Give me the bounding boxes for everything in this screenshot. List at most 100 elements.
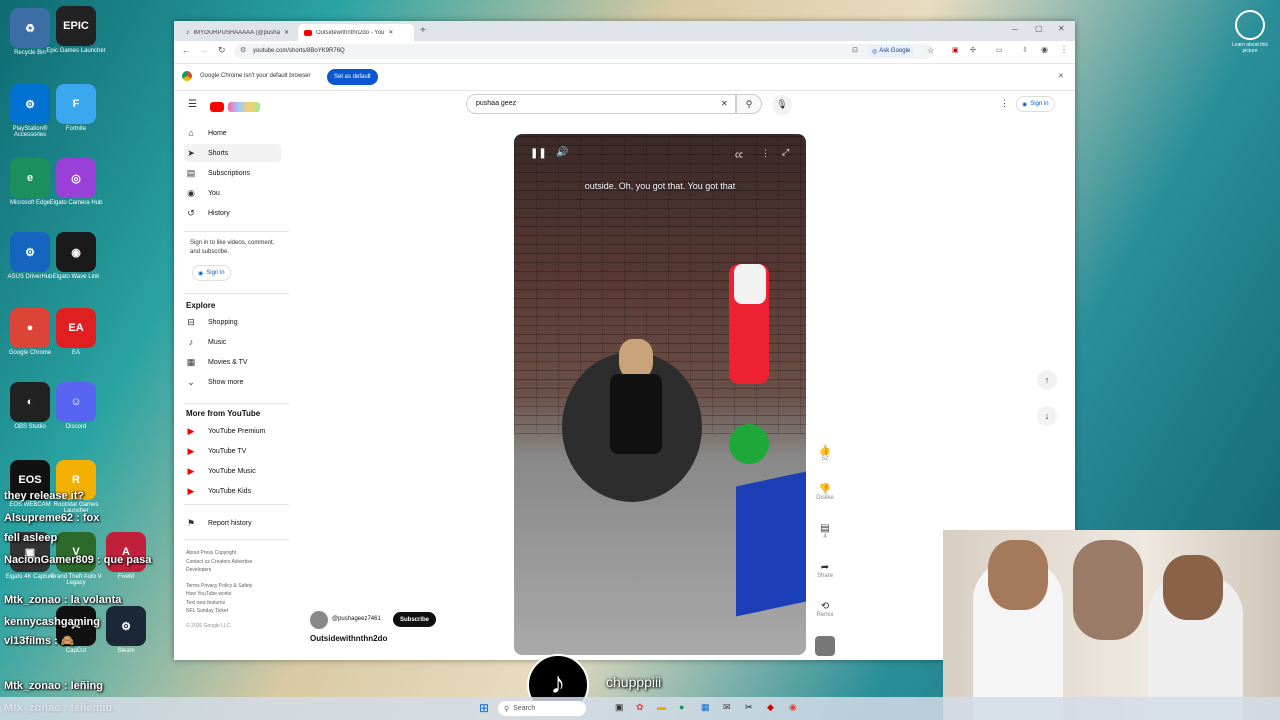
extensions-puzzle-icon[interactable]: ✣ <box>970 46 976 54</box>
comments-button[interactable]: ▤ 4 <box>815 523 835 540</box>
reload-icon[interactable]: ↻ <box>218 45 226 56</box>
close-window-icon[interactable]: ✕ <box>1058 24 1065 33</box>
forward-icon[interactable]: → <box>200 46 208 55</box>
previous-short-button[interactable]: ↑ <box>1037 370 1057 390</box>
captions-icon[interactable]: ㏄ <box>735 149 743 160</box>
more-from-youtube-heading: More from YouTube <box>186 409 261 418</box>
voice-search-button[interactable]: 🎙 <box>772 95 792 115</box>
footer-line[interactable]: About Press Copyright <box>186 549 252 558</box>
youtube-logo[interactable] <box>210 98 261 116</box>
bookmark-star-icon[interactable]: ☆ <box>927 46 934 55</box>
windows-start-icon[interactable]: ⊞ <box>479 701 489 715</box>
shorts-video-player[interactable]: outside. Oh, you got that. You got that … <box>514 134 806 655</box>
close-icon[interactable]: ✕ <box>284 29 289 36</box>
site-info-icon[interactable]: ⚙ <box>240 46 246 54</box>
footer-line[interactable]: Terms Privacy Policy & Safety <box>186 582 252 591</box>
sidebar-item-explore[interactable]: ⌄ Show more <box>184 373 281 391</box>
share-button[interactable]: ➦ Share <box>815 562 835 579</box>
downloads-icon[interactable]: ⇩ <box>1022 46 1028 54</box>
search-box[interactable]: pushaa geez ✕ <box>466 94 736 114</box>
capcut-icon[interactable]: ✂ <box>745 702 753 713</box>
desktop-icon-label: Learn about this picture <box>1232 42 1268 54</box>
sidebar-item-explore[interactable]: ▦ Movies & TV <box>184 353 281 371</box>
widgets-icon[interactable]: ✿ <box>636 702 644 713</box>
desktop-shortcut[interactable]: ⚙ Steam <box>96 606 156 654</box>
tab-inactive[interactable]: ♪ IMYOURPUSHAAAAA (@pusha ✕ <box>180 24 296 41</box>
desktop-shortcut[interactable]: EA EA <box>46 308 106 356</box>
next-short-button[interactable]: ↓ <box>1037 406 1057 426</box>
new-tab-icon[interactable]: + <box>420 25 426 36</box>
install-icon[interactable]: ⊡ <box>852 46 858 54</box>
channel-handle[interactable]: @pushageez7461 <box>332 616 381 622</box>
set-default-button[interactable]: Set as default <box>327 69 378 85</box>
desktop-shortcut[interactable]: F Fortnite <box>46 84 106 132</box>
sidebar-item-youtube-product[interactable]: ▶ YouTube Kids <box>184 482 281 500</box>
youtube-product-icon: ▶ <box>187 485 195 496</box>
back-icon[interactable]: ← <box>182 46 190 55</box>
fullscreen-icon[interactable]: ⤢ <box>782 147 789 158</box>
desktop-shortcut[interactable]: R Rockstar Games Launcher <box>46 460 106 514</box>
settings-menu-icon[interactable]: ⋮ <box>1000 98 1009 109</box>
sidebar-item-history[interactable]: ↺ History <box>184 204 281 222</box>
taskbar-search[interactable]: ⚲ Search <box>498 701 586 716</box>
chrome-menu-icon[interactable]: ⋮ <box>1060 45 1068 54</box>
remix-button[interactable]: ⟲ Remix <box>815 601 835 618</box>
hamburger-menu-icon[interactable]: ☰ <box>188 99 197 110</box>
search-placeholder: Search <box>513 705 536 712</box>
footer-line[interactable]: NFL Sunday Ticket <box>186 607 252 616</box>
file-explorer-icon[interactable]: ▬ <box>657 702 666 712</box>
maximize-icon[interactable]: ▢ <box>1035 24 1043 33</box>
mail-icon[interactable]: ✉ <box>723 702 731 713</box>
sidebar-item-report-history[interactable]: ⚑ Report history <box>184 514 281 532</box>
sound-thumbnail[interactable] <box>815 636 835 656</box>
volume-icon[interactable]: 🔊 <box>556 147 568 158</box>
address-bar[interactable]: ⚙ youtube.com/shorts/8BoYK9R76Q <box>234 44 934 59</box>
sign-in-button[interactable]: ◉ Sign in <box>1016 96 1055 112</box>
sidebar-item-subscriptions[interactable]: ▤ Subscriptions <box>184 164 281 182</box>
sidebar-item-home[interactable]: ⌂ Home <box>184 124 281 142</box>
footer-line[interactable]: Test new features <box>186 599 252 608</box>
subscribe-button[interactable]: Subscribe <box>393 612 437 627</box>
search-input[interactable]: pushaa geez <box>476 100 516 107</box>
short-title[interactable]: Outsidewithnthn2do <box>310 634 387 643</box>
sidebar-item-youtube-product[interactable]: ▶ YouTube Premium <box>184 422 281 440</box>
sidebar-item-you[interactable]: ◉ You <box>184 184 281 202</box>
thumbs-up-icon: 👍 <box>818 445 832 456</box>
store-icon[interactable]: ▦ <box>701 702 710 713</box>
toolbar: ← → ↻ ⚙ youtube.com/shorts/8BoYK9R76Q ⊡ … <box>174 41 1075 64</box>
close-icon[interactable]: ✕ <box>388 29 393 36</box>
dislike-button[interactable]: 👎 Dislike <box>815 484 835 501</box>
sidebar-item-explore[interactable]: ♪ Music <box>184 333 281 351</box>
desktop-shortcut[interactable]: ◎ Elgato Camera Hub <box>46 158 106 206</box>
tab-active[interactable]: Outsidewithnthn2do - You ✕ <box>298 24 414 41</box>
share-label: Share <box>816 573 833 579</box>
footer-line[interactable]: Contact us Creators Advertise <box>186 558 252 567</box>
desktop-shortcut[interactable]: ☺ Discord <box>46 382 106 430</box>
edge-icon[interactable]: ● <box>679 702 684 712</box>
like-button[interactable]: 👍 52 <box>815 445 835 462</box>
sidebar-sign-in-button[interactable]: ◉ Sign in <box>192 265 231 281</box>
desktop-shortcut[interactable]: EPIC Epic Games Launcher <box>46 6 106 54</box>
channel-avatar[interactable] <box>310 611 328 629</box>
app-icon[interactable]: ◆ <box>767 702 774 713</box>
close-infobar-icon[interactable]: ✕ <box>1058 72 1064 80</box>
sidebar-item-youtube-product[interactable]: ▶ YouTube Music <box>184 462 281 480</box>
pause-icon[interactable]: ❚❚ <box>530 148 547 159</box>
sidebar-item-explore[interactable]: ⊟ Shopping <box>184 313 281 331</box>
chrome-taskbar-icon[interactable]: ◉ <box>789 702 797 713</box>
desktop-shortcut[interactable]: ◉ Elgato Wave Link <box>46 232 106 280</box>
more-options-icon[interactable]: ⋮ <box>761 148 770 159</box>
footer-line[interactable]: Developers <box>186 566 252 575</box>
footer-line[interactable]: How YouTube works <box>186 590 252 599</box>
sidebar-item-youtube-product[interactable]: ▶ YouTube TV <box>184 442 281 460</box>
sidepanel-icon[interactable]: ▭ <box>996 46 1003 54</box>
ask-google-button[interactable]: ◎ Ask Google <box>868 45 915 57</box>
clear-search-icon[interactable]: ✕ <box>721 99 728 108</box>
learn-about-picture-shortcut[interactable]: Learn about this picture <box>1228 10 1272 54</box>
sidebar-item-shorts[interactable]: ➤ Shorts <box>184 144 281 162</box>
profile-icon[interactable]: ◉ <box>1041 45 1048 54</box>
extension-icon[interactable]: ▣ <box>952 46 959 54</box>
search-button[interactable]: ⚲ <box>736 94 762 114</box>
minimize-icon[interactable]: ─ <box>1012 25 1018 34</box>
task-view-icon[interactable]: ▣ <box>615 702 624 713</box>
